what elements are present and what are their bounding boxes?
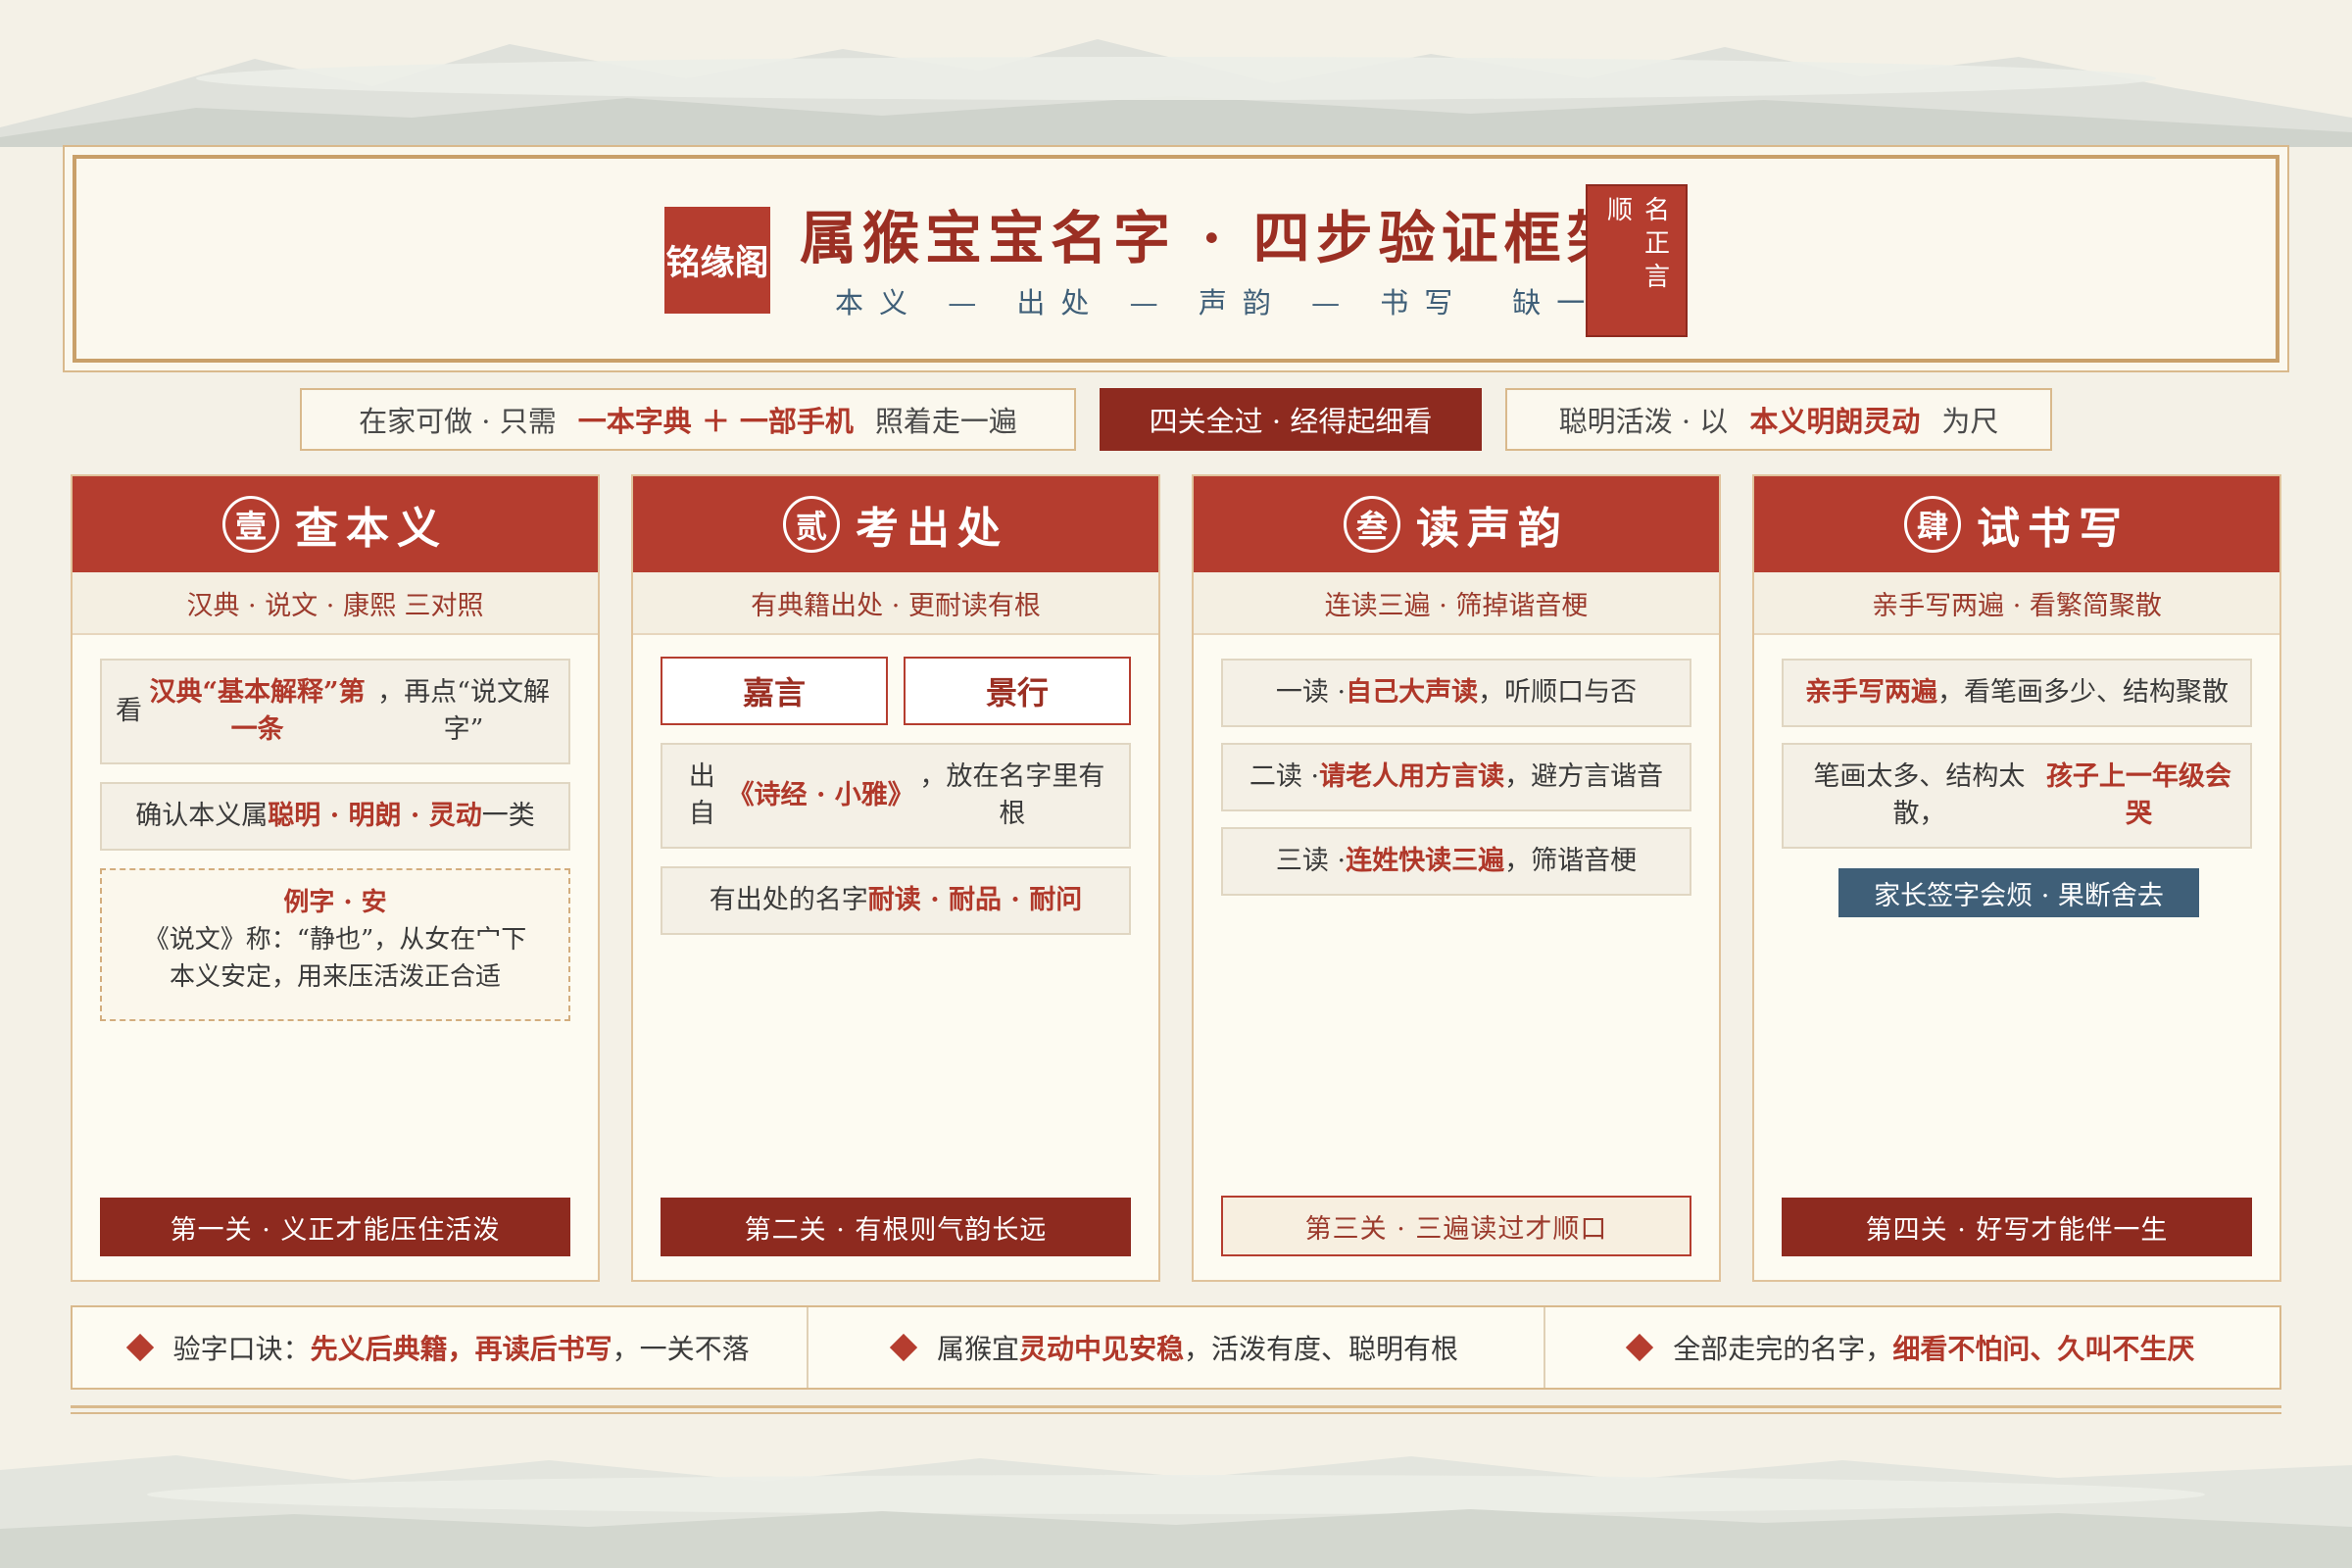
- example-title: 例字 · 安: [283, 888, 387, 917]
- card-check-source: 贰 考出处 有典籍出处 · 更耐读有根 嘉言 景行 出自 《诗经 · 小雅》 ，放在…: [631, 474, 1160, 1282]
- item-post: ，看笔画多少、结构聚散: [1937, 677, 2229, 708]
- step-number-badge: 贰: [783, 496, 840, 553]
- step-item: 出自 《诗经 · 小雅》 ，放在名字里有根: [661, 743, 1131, 849]
- step-item: 确认本义属 聪明 · 明朗 · 灵动 一类: [100, 782, 570, 851]
- card-header: 贰 考出处: [633, 476, 1158, 572]
- chip-post: 照着走一遍: [874, 405, 1017, 438]
- chip-text: 四关全过 · 经得起细看: [1149, 405, 1433, 438]
- chip-post: 为尺: [1941, 405, 1999, 438]
- tip-pre: 全部走完的名字，: [1673, 1333, 1893, 1365]
- item-post: ，避方言谐音: [1504, 761, 1664, 792]
- card-footer: 第二关 · 有根则气韵长远: [661, 1198, 1131, 1256]
- stamp-col-right: 名正言: [1643, 196, 1670, 292]
- tip-post: ，一关不落: [612, 1333, 750, 1365]
- step-item: 笔画太多、结构太散， 孩子上一年级会哭: [1782, 743, 2252, 849]
- brand-logo-seal: 铭缘阁: [664, 207, 770, 314]
- item-highlight: 聪明 · 明朗 · 灵动: [268, 801, 482, 831]
- example-line: 《说文》称：“静也”，从女在宀下: [143, 925, 527, 955]
- tip-item: 全部走完的名字， 细看不怕问、久叫不生厌: [1543, 1307, 2279, 1388]
- card-footer: 第一关 · 义正才能压住活泼: [100, 1198, 570, 1256]
- item-pre: 有出处的名字: [709, 885, 868, 915]
- divider-line: [71, 1412, 2281, 1414]
- tip-highlight: 灵动中见安稳: [1018, 1333, 1184, 1365]
- card-subtitle: 汉典 · 说文 · 康熙 三对照: [73, 572, 598, 635]
- tip-pre: 验字口诀：: [172, 1333, 311, 1365]
- example-box: 例字 · 安 《说文》称：“静也”，从女在宀下 本义安定，用来压活泼正合适: [100, 868, 570, 1021]
- chip-all-pass: 四关全过 · 经得起细看: [1100, 388, 1482, 451]
- step-item: 有出处的名字 耐读 · 耐品 · 耐问: [661, 866, 1131, 935]
- item-pre: 笔画太多、结构太散，: [1813, 761, 2026, 829]
- item-post: ，再点“说文解字”: [377, 677, 550, 745]
- chip-standard: 聪明活泼 · 以 本义明朗灵动 为尺: [1505, 388, 2052, 451]
- item-highlight: 请老人用方言读: [1319, 761, 1505, 792]
- chip-home-method: 在家可做 · 只需 一本字典 ＋ 一部手机 照着走一遍: [300, 388, 1076, 451]
- stamp-col-left: 顺: [1606, 196, 1633, 225]
- card-check-meaning: 壹 查本义 汉典 · 说文 · 康熙 三对照 看汉典“基本解释”第一条 ，再点“说…: [71, 474, 600, 1282]
- item-pre: 二读 ·: [1249, 761, 1320, 792]
- tip-item: 属猴宜 灵动中见安稳 ，活泼有度、聪明有根: [807, 1307, 1543, 1388]
- item-highlight: 自己大声读: [1346, 677, 1479, 708]
- chip-pre: 聪明活泼 · 以: [1558, 405, 1729, 438]
- page-title: 属猴宝宝名字 · 四步验证框架: [800, 205, 1630, 271]
- card-footer: 第四关 · 好写才能伴一生: [1782, 1198, 2252, 1256]
- mountain-decoration-bottom: [0, 1455, 2352, 1568]
- diamond-icon: [1626, 1333, 1654, 1362]
- item-post: ，筛谐音梗: [1504, 846, 1638, 876]
- tip-highlight: 先义后典籍，再读后书写: [310, 1333, 612, 1365]
- card-subtitle: 连读三遍 · 筛掉谐音梗: [1194, 572, 1719, 635]
- diamond-icon: [889, 1333, 918, 1362]
- mountain-decoration-top: [0, 39, 2352, 147]
- diamond-icon: [125, 1333, 154, 1362]
- tip-pre: 属猴宜: [936, 1333, 1019, 1365]
- item-post: ，听顺口与否: [1478, 677, 1638, 708]
- item-highlight: 《诗经 · 小雅》: [727, 780, 914, 810]
- card-try-writing: 肆 试书写 亲手写两遍 · 看繁简聚散 亲手写两遍 ，看笔画多少、结构聚散 笔画太…: [1752, 474, 2281, 1282]
- card-title: 考出处: [856, 504, 1008, 554]
- divider-line: [71, 1405, 2281, 1408]
- item-highlight: 亲手写两遍: [1805, 677, 1937, 708]
- step-number-badge: 壹: [222, 496, 279, 553]
- warning-tag: 家长签字会烦 · 果断舍去: [1838, 868, 2199, 917]
- tip-highlight: 细看不怕问、久叫不生厌: [1892, 1333, 2195, 1365]
- card-title: 读声韵: [1416, 504, 1569, 554]
- step-number-badge: 肆: [1904, 496, 1961, 553]
- card-title: 查本义: [295, 504, 448, 554]
- step-item: 看汉典“基本解释”第一条 ，再点“说文解字”: [100, 659, 570, 764]
- item-highlight: 连姓快读三遍: [1346, 846, 1505, 876]
- item-pre: 一读 ·: [1275, 677, 1347, 708]
- card-header: 叁 读声韵: [1194, 476, 1719, 572]
- chip-highlight: 一本字典 ＋ 一部手机: [577, 405, 854, 438]
- item-post: ，放在名字里有根: [919, 761, 1105, 829]
- card-subtitle: 亲手写两遍 · 看繁简聚散: [1754, 572, 2279, 635]
- tip-post: ，活泼有度、聪明有根: [1184, 1333, 1459, 1365]
- tip-item: 验字口诀： 先义后典籍，再读后书写 ，一关不落: [73, 1307, 807, 1388]
- example-line: 本义安定，用来压活泼正合适: [169, 962, 501, 992]
- item-highlight: 汉典“基本解释”第一条: [149, 677, 366, 745]
- tips-bar: 验字口诀： 先义后典籍，再读后书写 ，一关不落 属猴宜 灵动中见安稳 ，活泼有度、聪明有…: [71, 1305, 2281, 1390]
- item-pre: 看: [116, 696, 142, 726]
- step-number-badge: 叁: [1344, 496, 1400, 553]
- item-highlight: 耐读 · 耐品 · 耐问: [867, 885, 1083, 915]
- item-post: 一类: [481, 801, 535, 831]
- example-name: 嘉言: [661, 657, 888, 725]
- chip-highlight: 本义明朗灵动: [1749, 405, 1921, 438]
- step-item: 二读 · 请老人用方言读 ，避方言谐音: [1221, 743, 1691, 811]
- step-item: 亲手写两遍 ，看笔画多少、结构聚散: [1782, 659, 2252, 727]
- card-subtitle: 有典籍出处 · 更耐读有根: [633, 572, 1158, 635]
- item-pre: 出自: [688, 761, 715, 829]
- seal-stamp: 名正言 顺: [1586, 184, 1688, 337]
- example-name: 景行: [904, 657, 1131, 725]
- page-subtitle: 本义 — 出处 — 声韵 — 书写 缺一不可: [835, 286, 1690, 319]
- step-item: 三读 · 连姓快读三遍 ，筛谐音梗: [1221, 827, 1691, 896]
- card-read-sound: 叁 读声韵 连读三遍 · 筛掉谐音梗 一读 · 自己大声读 ，听顺口与否 二读 ·…: [1192, 474, 1721, 1282]
- card-title: 试书写: [1977, 504, 2130, 554]
- card-footer: 第三关 · 三遍读过才顺口: [1221, 1196, 1691, 1256]
- card-header: 壹 查本义: [73, 476, 598, 572]
- item-highlight: 孩子上一年级会哭: [2045, 761, 2231, 829]
- chip-pre: 在家可做 · 只需: [359, 405, 557, 438]
- card-header: 肆 试书写: [1754, 476, 2279, 572]
- item-pre: 三读 ·: [1275, 846, 1347, 876]
- item-pre: 确认本义属: [135, 801, 269, 831]
- step-item: 一读 · 自己大声读 ，听顺口与否: [1221, 659, 1691, 727]
